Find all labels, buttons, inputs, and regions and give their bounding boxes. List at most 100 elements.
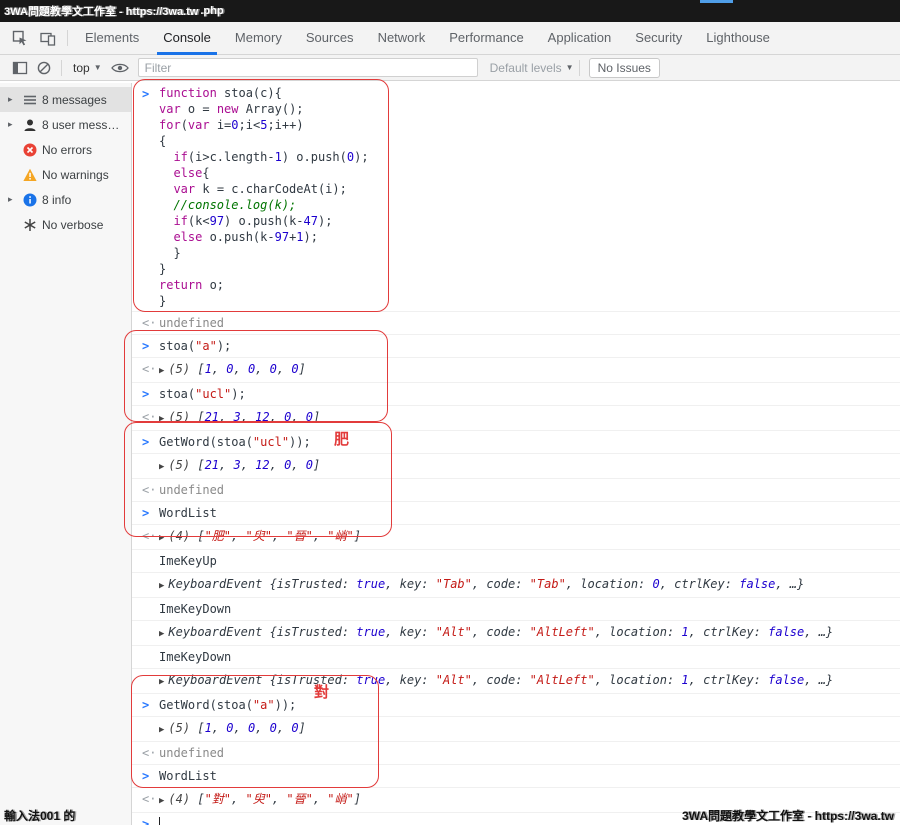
console-entry-content: ImeKeyDown: [159, 600, 892, 618]
code-line: }: [159, 261, 892, 277]
filter-input[interactable]: [138, 58, 478, 77]
console-entry-content: stoa("a");: [159, 337, 892, 355]
console-sidebar-toggle-icon[interactable]: [8, 57, 32, 79]
tab-security[interactable]: Security: [623, 22, 694, 55]
console-entry-log: ▶KeyboardEvent {isTrusted: true, key: "A…: [132, 620, 900, 645]
code-line: if(k<97) o.push(k-47);: [159, 213, 892, 229]
result-arrow-icon: <·: [142, 481, 159, 499]
result-arrow-icon: <·: [142, 527, 159, 545]
disclosure-triangle-icon[interactable]: ▶: [159, 414, 164, 424]
input-chevron-icon: >: [142, 337, 159, 355]
issues-badge[interactable]: No Issues: [589, 58, 660, 78]
page-title-suffix: .php: [200, 5, 223, 17]
console-entry-content: WordList: [159, 504, 892, 522]
input-chevron-icon: >: [142, 696, 159, 714]
tab-console[interactable]: Console: [151, 22, 223, 55]
console-entry-content: undefined: [159, 744, 892, 762]
tab-lighthouse[interactable]: Lighthouse: [694, 22, 782, 55]
tab-memory[interactable]: Memory: [223, 22, 294, 55]
expand-arrow-icon[interactable]: ▸: [8, 119, 18, 130]
error-icon: [23, 143, 37, 157]
disclosure-triangle-icon[interactable]: ▶: [159, 581, 164, 591]
disclosure-triangle-icon[interactable]: ▶: [159, 366, 164, 376]
sidebar-item-messages[interactable]: ▸8 messages: [0, 87, 131, 112]
sidebar-item-verbose[interactable]: No verbose: [0, 212, 131, 237]
console-log: >function stoa(c){var o = new Array();fo…: [132, 83, 900, 825]
list-icon: [23, 93, 37, 107]
expand-arrow-icon[interactable]: ▸: [8, 194, 18, 205]
console-entry-result: <·▶(5) [21, 3, 12, 0, 0]: [132, 405, 900, 430]
browser-title-bar: 3WA問題教學文工作室 - https://3wa.tw .php: [0, 0, 900, 22]
chevron-down-icon: ▼: [566, 63, 574, 72]
result-arrow-icon: <·: [142, 314, 159, 332]
expand-arrow-icon[interactable]: ▸: [8, 94, 18, 105]
text-cursor: [159, 817, 160, 825]
input-chevron-icon: >: [142, 767, 159, 785]
tab-elements[interactable]: Elements: [73, 22, 151, 55]
disclosure-triangle-icon[interactable]: ▶: [159, 462, 164, 472]
code-line: for(var i=0;i<5;i++): [159, 117, 892, 133]
console-entry-log: ▶(5) [21, 3, 12, 0, 0]: [132, 453, 900, 478]
sidebar-item-errors[interactable]: No errors: [0, 137, 131, 162]
divider: [579, 60, 580, 76]
disclosure-triangle-icon[interactable]: ▶: [159, 533, 164, 543]
user-icon: [23, 118, 37, 132]
console-entry-input: >function stoa(c){var o = new Array();fo…: [132, 83, 900, 311]
context-selector[interactable]: top ▼: [67, 61, 108, 75]
code-line: return o;: [159, 277, 892, 293]
console-entry-content: ▶(5) [21, 3, 12, 0, 0]: [159, 456, 892, 476]
console-entry-content: undefined: [159, 314, 892, 332]
log-levels-selector[interactable]: Default levels ▼: [490, 61, 574, 75]
console-entry-content: ▶KeyboardEvent {isTrusted: true, key: "A…: [159, 623, 892, 643]
device-toolbar-icon[interactable]: [34, 25, 62, 51]
result-arrow-icon: <·: [142, 360, 159, 378]
code-line: if(i>c.length-1) o.push(0);: [159, 149, 892, 165]
sidebar-item-label: No errors: [42, 143, 92, 157]
divider: [61, 60, 62, 76]
console-entry-input: >WordList: [132, 764, 900, 787]
console-entry-input: >stoa("a");: [132, 334, 900, 357]
result-arrow-icon: <·: [142, 408, 159, 426]
live-expression-eye-icon[interactable]: [108, 57, 132, 79]
disclosure-triangle-icon[interactable]: ▶: [159, 629, 164, 639]
console-entry-content: ImeKeyDown: [159, 648, 892, 666]
code-line: }: [159, 293, 892, 309]
log-levels-label: Default levels: [490, 61, 562, 75]
tab-sources[interactable]: Sources: [294, 22, 366, 55]
console-entry-log: ▶(5) [1, 0, 0, 0, 0]: [132, 716, 900, 741]
disclosure-triangle-icon[interactable]: ▶: [159, 796, 164, 806]
console-entry-content: ▶(5) [21, 3, 12, 0, 0]: [159, 408, 892, 428]
console-entry-log: ▶KeyboardEvent {isTrusted: true, key: "T…: [132, 572, 900, 597]
disclosure-triangle-icon[interactable]: ▶: [159, 677, 164, 687]
tab-application[interactable]: Application: [536, 22, 624, 55]
console-sidebar: ▸8 messages▸8 user mess… No errors No warn…: [0, 83, 132, 825]
tab-network[interactable]: Network: [366, 22, 438, 55]
page-title: 3WA問題教學文工作室 - https://3wa.tw: [4, 3, 198, 19]
console-entry-content: ▶(5) [1, 0, 0, 0, 0]: [159, 719, 892, 739]
tab-performance[interactable]: Performance: [437, 22, 535, 55]
info-icon: [23, 193, 37, 207]
context-selector-label: top: [73, 61, 90, 75]
watermark-bottom-right: 3WA問題教學文工作室 - https://3wa.tw: [682, 807, 894, 824]
console-entry-content: GetWord(stoa("a"));: [159, 696, 892, 714]
disclosure-triangle-icon[interactable]: ▶: [159, 725, 164, 735]
console-entry-content: stoa("ucl");: [159, 385, 892, 403]
sidebar-item-info[interactable]: ▸8 info: [0, 187, 131, 212]
divider: [67, 30, 68, 46]
console-body: ▸8 messages▸8 user mess… No errors No warn…: [0, 83, 900, 825]
chevron-down-icon: ▼: [94, 63, 102, 72]
console-entry-result: <·▶(4) ["肥", "臾", "晉", "峭"]: [132, 524, 900, 549]
console-entry-result: <·undefined: [132, 311, 900, 334]
console-entry-content: WordList: [159, 767, 892, 785]
sidebar-item-warnings[interactable]: No warnings: [0, 162, 131, 187]
input-chevron-icon: >: [142, 385, 159, 403]
warning-icon: [23, 168, 37, 182]
code-line: var k = c.charCodeAt(i);: [159, 181, 892, 197]
result-arrow-icon: <·: [142, 790, 159, 808]
console-entry-result: <·undefined: [132, 478, 900, 501]
inspect-element-icon[interactable]: [6, 25, 34, 51]
clear-console-icon[interactable]: [32, 57, 56, 79]
code-line: else{: [159, 165, 892, 181]
sidebar-item-user-messages[interactable]: ▸8 user mess…: [0, 112, 131, 137]
console-entry-content: ▶(5) [1, 0, 0, 0, 0]: [159, 360, 892, 380]
